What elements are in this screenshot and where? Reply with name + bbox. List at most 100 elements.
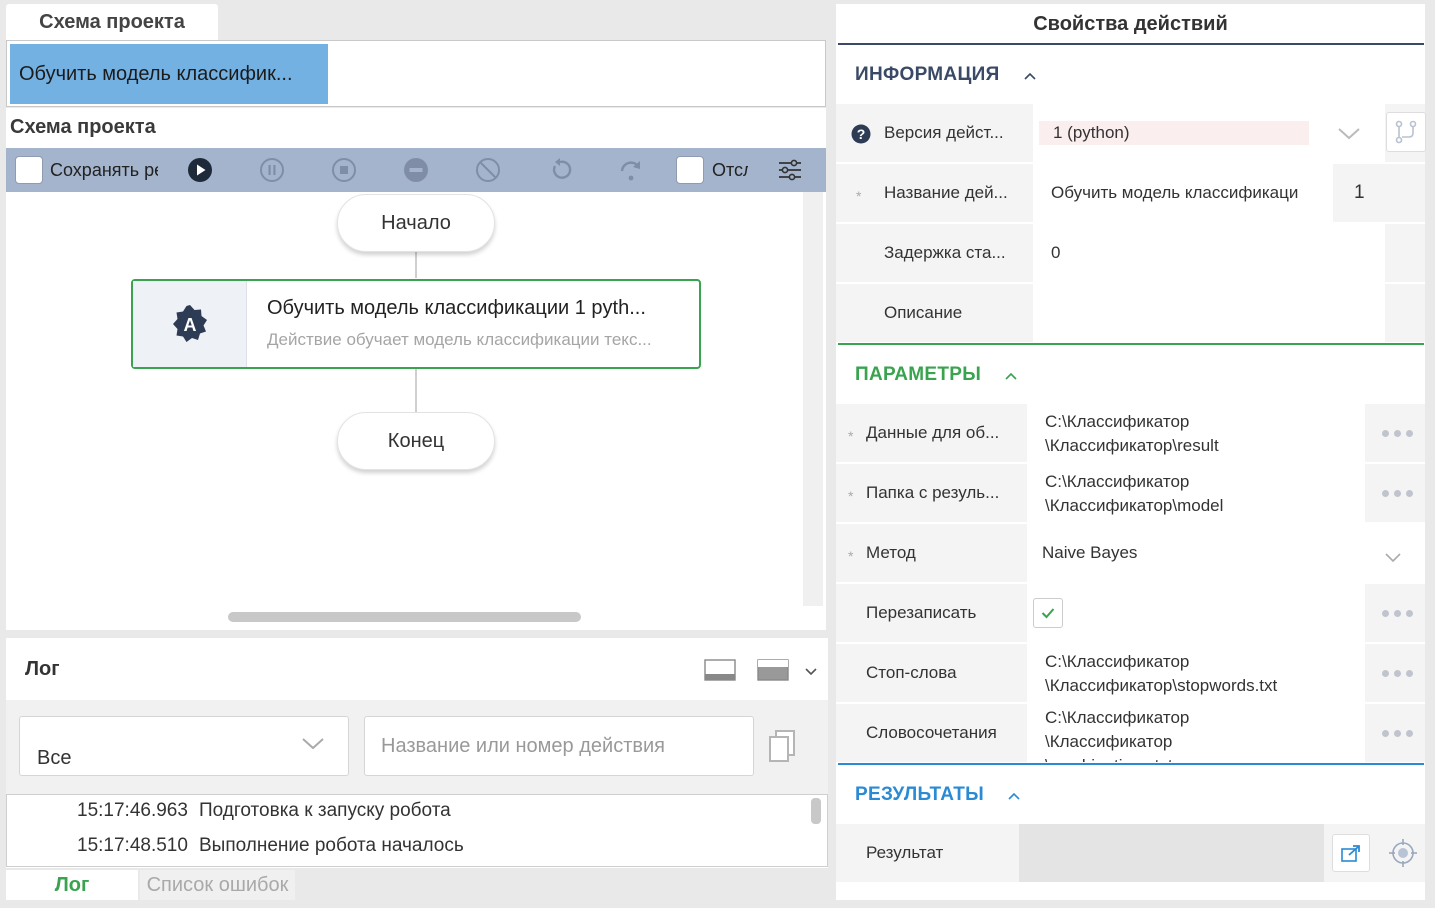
- version-branch-icon[interactable]: [1386, 112, 1426, 152]
- canvas-vertical-scrollbar[interactable]: [803, 192, 823, 606]
- tab-project-schema[interactable]: Схема проекта: [6, 4, 218, 40]
- log-entry: 15:17:48.510 Выполнение робота началось: [7, 835, 807, 865]
- chevron-down-icon: [1338, 126, 1360, 146]
- breadcrumb: Обучить модель классифик...: [6, 40, 826, 107]
- log-search-field[interactable]: [364, 716, 754, 776]
- flow-connector: [415, 368, 417, 414]
- log-entry-message: Выполнение робота началось: [199, 835, 464, 856]
- chevron-up-icon: [1023, 67, 1036, 83]
- divider: [838, 343, 1424, 345]
- result-variable-field[interactable]: [1019, 824, 1324, 882]
- result-row: Результат: [836, 824, 1425, 884]
- stopwords-path-field[interactable]: C:\Классификатор \Классификатор\stopword…: [1027, 644, 1365, 702]
- save-checkbox[interactable]: [15, 156, 43, 184]
- target-icon[interactable]: [1389, 839, 1417, 872]
- schema-toolbar: Сохранять ре Отсл: [6, 148, 826, 192]
- check-icon: [1041, 608, 1055, 619]
- log-menu-chevron-icon[interactable]: [805, 664, 817, 682]
- section-info-title: ИНФОРМАЦИЯ: [855, 64, 1000, 85]
- stopwords-path-value: C:\Классификатор \Классификатор\stopword…: [1045, 652, 1278, 695]
- action-node-description: Действие обучает модель классификации те…: [267, 330, 652, 349]
- section-info-header[interactable]: ИНФОРМАЦИЯ: [855, 64, 1036, 86]
- param-row-folder: * Папка с резуль... C:\Классификатор \Кл…: [836, 464, 1425, 524]
- log-entry-message: Подготовка к запуску робота: [199, 800, 451, 821]
- save-checkbox-label: Сохранять ре: [50, 160, 158, 180]
- flow-end-node[interactable]: Конец: [337, 412, 495, 470]
- prop-row-name: * Название дей... Обучить модель классиф…: [836, 164, 1425, 224]
- stop-icon[interactable]: [331, 157, 357, 183]
- method-select[interactable]: Naive Bayes: [1027, 524, 1425, 582]
- section-results-header[interactable]: РЕЗУЛЬТАТЫ: [855, 784, 1020, 806]
- track-checkbox[interactable]: [676, 156, 704, 184]
- log-search-input[interactable]: [365, 717, 753, 775]
- tab-log[interactable]: Лог: [6, 870, 138, 900]
- undo-icon[interactable]: [547, 157, 573, 183]
- action-gear-icon: A: [172, 305, 207, 342]
- param-label-folder: Папка с резуль...: [866, 483, 1000, 502]
- section-params-header[interactable]: ПАРАМЕТРЫ: [855, 364, 1017, 386]
- layout-single-icon[interactable]: [704, 659, 736, 686]
- description-field[interactable]: [1033, 284, 1385, 342]
- param-label-phrases: Словосочетания: [866, 723, 997, 742]
- delay-field[interactable]: 0: [1033, 224, 1385, 282]
- param-row-stopwords: Стоп-слова C:\Классификатор \Классификат…: [836, 644, 1425, 704]
- log-level-select[interactable]: Все: [19, 716, 349, 776]
- version-value: 1 (python): [1039, 121, 1309, 145]
- required-mark: *: [848, 548, 854, 564]
- section-params-title: ПАРАМЕТРЫ: [855, 364, 982, 385]
- cancel-icon[interactable]: [475, 157, 501, 183]
- data-path-field[interactable]: C:\Классификатор \Классификатор\result: [1027, 404, 1365, 462]
- log-entry-time: 15:17:48.510: [77, 835, 188, 856]
- method-value: Naive Bayes: [1042, 543, 1138, 562]
- browse-dots-button[interactable]: [1369, 464, 1425, 522]
- version-select[interactable]: 1 (python): [1033, 104, 1385, 162]
- prop-label-description: Описание: [884, 303, 963, 322]
- folder-path-field[interactable]: C:\Классификатор \Классификатор\model: [1027, 464, 1365, 522]
- track-checkbox-label: Отсл: [712, 160, 748, 180]
- log-level-value: Все: [37, 747, 72, 769]
- svg-text:?: ?: [857, 126, 866, 142]
- phrases-path-field[interactable]: C:\Классификатор \Классификатор \combina…: [1027, 704, 1365, 762]
- data-path-value: C:\Классификатор \Классификатор\result: [1045, 412, 1219, 455]
- flow-canvas[interactable]: Начало Конец: [6, 192, 803, 606]
- minus-circle-icon[interactable]: [403, 157, 429, 183]
- chevron-up-icon: [1005, 367, 1017, 383]
- browse-dots-button[interactable]: [1369, 404, 1425, 462]
- section-results-title: РЕЗУЛЬТАТЫ: [855, 784, 985, 805]
- param-row-method: * Метод Naive Bayes: [836, 524, 1425, 584]
- divider: [838, 43, 1424, 45]
- help-icon[interactable]: ?: [851, 124, 871, 149]
- browse-dots-button[interactable]: [1369, 644, 1425, 702]
- browse-dots-button[interactable]: [1369, 704, 1425, 762]
- param-row-data: * Данные для об... C:\Классификатор \Кла…: [836, 404, 1425, 464]
- required-mark: *: [848, 488, 854, 504]
- browse-dots-button[interactable]: [1369, 584, 1425, 642]
- chevron-down-icon: [1385, 548, 1401, 568]
- schema-title: Схема проекта: [10, 116, 156, 138]
- flow-start-node[interactable]: Начало: [337, 194, 495, 252]
- log-scrollbar[interactable]: [811, 798, 821, 824]
- prop-row-description: Описание: [836, 284, 1425, 344]
- settings-sliders-icon[interactable]: [777, 157, 803, 183]
- step-over-icon[interactable]: [618, 157, 644, 183]
- action-badge: A: [133, 281, 247, 367]
- pause-icon[interactable]: [259, 157, 285, 183]
- action-name-field[interactable]: Обучить модель классификаци: [1033, 164, 1333, 222]
- param-row-overwrite: Перезаписать: [836, 584, 1425, 644]
- breadcrumb-item-action[interactable]: Обучить модель классифик...: [10, 44, 328, 104]
- copy-icon[interactable]: [768, 730, 796, 767]
- log-list: 15:17:46.963 Подготовка к запуску робота…: [6, 794, 828, 867]
- export-icon[interactable]: [1332, 834, 1370, 872]
- log-entry: 15:17:46.963 Подготовка к запуску робота: [7, 800, 807, 830]
- folder-path-value: C:\Классификатор \Классификатор\model: [1045, 472, 1224, 515]
- canvas-horizontal-scrollbar[interactable]: [228, 612, 581, 622]
- play-icon[interactable]: [187, 157, 213, 183]
- layout-split-icon[interactable]: [757, 659, 789, 686]
- flow-action-node[interactable]: A Обучить модель классификации 1 pyth...…: [131, 279, 701, 369]
- tab-error-list[interactable]: Список ошибок: [140, 870, 295, 900]
- prop-label-version: Версия дейст...: [884, 123, 1004, 142]
- log-entry-time: 15:17:46.963: [77, 800, 188, 821]
- param-label-overwrite: Перезаписать: [866, 603, 977, 622]
- action-number: 1: [1354, 182, 1365, 203]
- overwrite-checkbox[interactable]: [1033, 598, 1063, 628]
